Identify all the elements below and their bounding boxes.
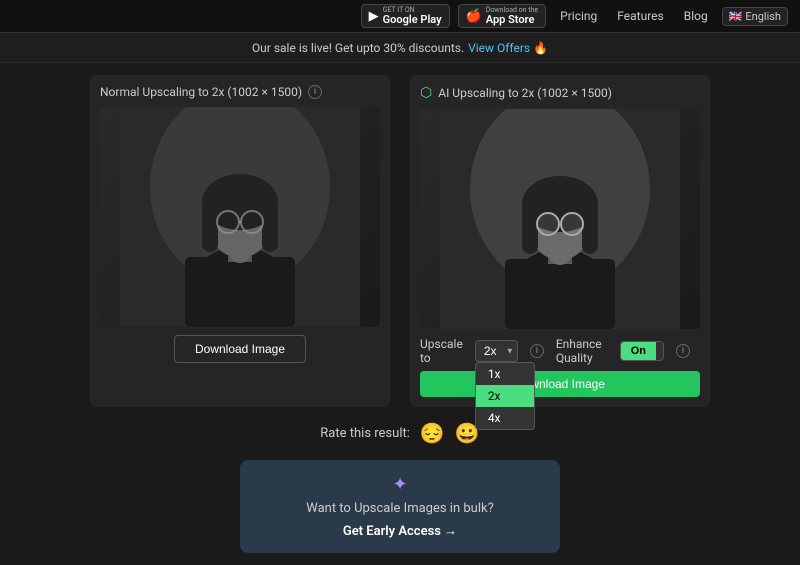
app-store-label: App Store: [486, 14, 538, 25]
toggle-off-btn[interactable]: Off: [656, 342, 664, 360]
option-2x[interactable]: 2x: [476, 385, 534, 407]
upscale-select-wrapper: 1x 2x 4x ▼ 1x 2x 4x: [475, 340, 518, 362]
flag-icon: 🇬🇧: [729, 10, 743, 23]
left-info-icon[interactable]: i: [308, 85, 322, 99]
play-icon: ▶: [369, 9, 379, 24]
view-offers-link[interactable]: View Offers: [468, 41, 530, 55]
left-panel: Normal Upscaling to 2x (1002 × 1500) i: [90, 75, 390, 407]
upscale-select[interactable]: 1x 2x 4x: [475, 340, 518, 362]
rating-row: Rate this result: 😔 😀: [320, 421, 479, 446]
right-panel-header: ⬡ AI Upscaling to 2x (1002 × 1500): [420, 85, 700, 101]
option-1x[interactable]: 1x: [476, 363, 534, 385]
google-play-btn[interactable]: ▶ GET IT ON Google Play: [361, 4, 450, 28]
right-panel: ⬡ AI Upscaling to 2x (1002 × 1500): [410, 75, 710, 407]
right-image: [420, 109, 700, 329]
main-content: Normal Upscaling to 2x (1002 × 1500) i: [0, 63, 800, 565]
fire-icon: 🔥: [533, 41, 548, 55]
left-portrait-svg: [100, 107, 380, 327]
right-panel-title: AI Upscaling to 2x (1002 × 1500): [438, 86, 612, 100]
upscale-info-icon[interactable]: i: [530, 344, 544, 358]
upscale-label: Upscale to: [420, 337, 463, 365]
blog-link[interactable]: Blog: [678, 9, 714, 23]
left-panel-title: Normal Upscaling to 2x (1002 × 1500): [100, 85, 302, 99]
early-access-link[interactable]: Get Early Access →: [343, 524, 457, 539]
left-download-btn[interactable]: Download Image: [174, 335, 306, 363]
option-4x[interactable]: 4x: [476, 407, 534, 429]
right-download-btn[interactable]: Download Image: [420, 371, 700, 397]
rating-label: Rate this result:: [320, 426, 410, 441]
language-label: English: [745, 10, 781, 23]
apple-icon: 🍎: [466, 9, 482, 24]
google-play-label: Google Play: [383, 14, 442, 25]
controls-row: Upscale to 1x 2x 4x ▼ 1x 2x 4x i: [420, 337, 700, 365]
enhance-toggle: On Off: [620, 341, 664, 361]
left-image: [100, 107, 380, 327]
language-btn[interactable]: 🇬🇧 English: [722, 7, 788, 26]
right-portrait-svg: [420, 109, 700, 329]
enhance-info-icon[interactable]: i: [676, 344, 690, 358]
upscale-dropdown: 1x 2x 4x: [475, 362, 535, 430]
comparison-row: Normal Upscaling to 2x (1002 × 1500) i: [80, 75, 720, 407]
app-store-btn[interactable]: 🍎 Download on the App Store: [458, 4, 547, 28]
toggle-on-btn[interactable]: On: [621, 342, 656, 360]
header: ▶ GET IT ON Google Play 🍎 Download on th…: [0, 0, 800, 33]
enhance-label: Enhance Quality: [556, 337, 608, 365]
sad-emoji-btn[interactable]: 😔: [420, 421, 445, 446]
left-panel-header: Normal Upscaling to 2x (1002 × 1500) i: [100, 85, 380, 99]
features-link[interactable]: Features: [611, 9, 669, 23]
bulk-promo-banner: ✦ Want to Upscale Images in bulk? Get Ea…: [240, 460, 560, 553]
sale-bar: Our sale is live! Get upto 30% discounts…: [0, 33, 800, 63]
bulk-promo-text: Want to Upscale Images in bulk?: [260, 501, 540, 516]
sale-text: Our sale is live! Get upto 30% discounts…: [252, 41, 464, 55]
pricing-link[interactable]: Pricing: [554, 9, 603, 23]
ai-badge-icon: ⬡: [420, 85, 432, 101]
bulk-promo-icon: ✦: [260, 474, 540, 495]
